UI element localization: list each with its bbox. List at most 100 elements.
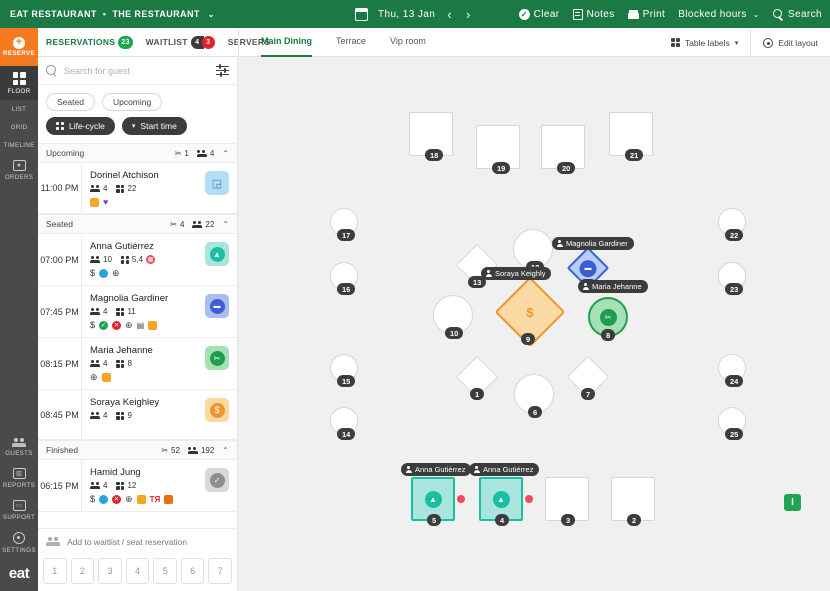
reservation-row[interactable]: 11:00 PM Dorinel Atchison 4 22 ♥ ◲: [38, 163, 237, 214]
party-size-6[interactable]: 6: [180, 558, 205, 584]
venue-name: THE RESTAURANT: [112, 9, 200, 19]
table-15[interactable]: 15: [330, 354, 358, 387]
table-17[interactable]: 17: [330, 208, 358, 241]
eat-floating-badge[interactable]: I: [784, 494, 801, 511]
party-size-7[interactable]: 7: [208, 558, 233, 584]
tab-waitlist[interactable]: WAITLIST 4 3: [146, 35, 215, 49]
reservation-row[interactable]: 07:45 PM Magnolia Gardiner 4 11 $ ✓ ✕ ⊕ …: [38, 286, 237, 338]
tab-terrace[interactable]: Terrace: [336, 28, 366, 57]
tab-main-dining[interactable]: Main Dining: [261, 28, 312, 57]
chevron-down-icon: ▾: [131, 123, 136, 130]
chevron-up-icon[interactable]: ⌃: [222, 149, 229, 158]
reservation-row[interactable]: 06:15 PM Hamid Jung 4 12 $ ✕ ⊕ TЯ ✓: [38, 460, 237, 512]
people-icon: [90, 185, 100, 192]
reservation-row[interactable]: 08:45 PM Soraya Keighley 4 9 $: [38, 390, 237, 440]
chip-life-cycle[interactable]: Life-cycle: [46, 117, 115, 135]
rail-item-reserve[interactable]: + RESERVE: [0, 28, 38, 66]
search-input[interactable]: [64, 65, 209, 76]
person-icon: [556, 240, 563, 247]
floor-tools: Table labels ▾ Edit layout: [659, 28, 830, 57]
edit-layout-button[interactable]: Edit layout: [750, 28, 830, 57]
clear-button[interactable]: ✓ Clear: [518, 8, 560, 20]
chip-seated[interactable]: Seated: [46, 93, 95, 111]
print-button[interactable]: Print: [627, 9, 666, 20]
prev-day-button[interactable]: ‹: [445, 7, 454, 22]
table-25[interactable]: 25: [718, 407, 746, 440]
calendar-icon[interactable]: [355, 7, 368, 21]
table-11[interactable]: Magnolia Gardiner ▬ 11: [552, 237, 634, 291]
rail-item-reports[interactable]: ▥ REPORTS: [0, 462, 38, 494]
rail-item-timeline[interactable]: TIMELINE: [0, 136, 38, 154]
party-size-4[interactable]: 4: [125, 558, 150, 584]
tables-count: 4: [179, 219, 185, 229]
table-labels-dropdown[interactable]: Table labels ▾: [659, 28, 750, 57]
table-1[interactable]: 1: [455, 355, 499, 400]
rail-item-settings[interactable]: SETTINGS: [0, 526, 38, 559]
party-size-3[interactable]: 3: [98, 558, 122, 584]
table-number-label: 23: [725, 283, 744, 295]
table-3[interactable]: 3: [545, 477, 589, 526]
rail-item-orders[interactable]: ★ ORDERS: [0, 154, 38, 186]
reservation-details: Dorinel Atchison 4 22 ♥: [82, 163, 197, 213]
reservation-row[interactable]: 07:00 PM Anna Gutiérrez 10 5,4 ▦ $ ⊕ ▲: [38, 234, 237, 286]
add-to-waitlist-button[interactable]: Add to waitlist / seat reservation: [38, 528, 237, 554]
rail-item-support[interactable]: ▭ SUPPORT: [0, 494, 38, 526]
rail-item-guests[interactable]: GUESTS: [0, 432, 38, 462]
chip-upcoming[interactable]: Upcoming: [101, 93, 163, 111]
filter-sliders-icon[interactable]: [216, 64, 229, 77]
table-8[interactable]: Maria Jehanne ✂ 8: [578, 280, 648, 341]
table-guest-label: Anna Gutiérrez: [469, 463, 540, 476]
grid-icon: [120, 255, 129, 264]
reservation-tags: ♥: [90, 197, 191, 207]
rail-item-grid[interactable]: GRID: [0, 118, 38, 136]
search-button[interactable]: Search: [772, 8, 822, 20]
table-10[interactable]: 10: [433, 295, 473, 339]
tab-vip-room[interactable]: Vip room: [390, 28, 426, 57]
guest-name: Magnolia Gardiner: [566, 239, 628, 248]
next-day-button[interactable]: ›: [464, 7, 473, 22]
table-24[interactable]: 24: [718, 354, 746, 387]
table-19[interactable]: 19: [476, 125, 520, 174]
blocked-hours-dropdown[interactable]: Blocked hours ⌄: [678, 9, 760, 20]
table-21[interactable]: 21: [609, 112, 653, 161]
rail-item-list[interactable]: LIST: [0, 100, 38, 118]
gear-icon: [13, 532, 25, 544]
brand-venue-selector[interactable]: EAT RESTAURANT • THE RESTAURANT ⌄: [0, 9, 215, 19]
reservation-row[interactable]: 08:15 PM Maria Jehanne 4 8 ⊕ ✂: [38, 338, 237, 390]
rail-item-floor[interactable]: FLOOR: [0, 66, 38, 100]
table-6[interactable]: 6: [514, 374, 554, 418]
reservation-status[interactable]: ✓: [197, 460, 237, 511]
reservation-status[interactable]: ✂: [197, 338, 237, 389]
party-size-1[interactable]: 1: [43, 558, 67, 584]
table-14[interactable]: 14: [330, 407, 358, 440]
reservation-status[interactable]: ▬: [197, 286, 237, 337]
section-header-upcoming[interactable]: Upcoming ✂ 1 4 ⌃: [38, 143, 237, 163]
search-row: [38, 57, 237, 85]
reservation-status[interactable]: ▲: [197, 234, 237, 285]
table-7[interactable]: 7: [566, 355, 610, 400]
floor-plan-canvas[interactable]: 18 19 20 21 17 16 15 14 22 23 24 25 13 M…: [239, 57, 830, 591]
table-23[interactable]: 23: [718, 262, 746, 295]
chip-start-time[interactable]: ▾ Start time: [121, 117, 187, 135]
occupancy-icon: ▲: [424, 490, 442, 508]
section-header-seated[interactable]: Seated ✂ 4 22 ⌃: [38, 214, 237, 234]
table-12[interactable]: 12: [513, 229, 553, 273]
reservation-status[interactable]: ◲: [197, 163, 237, 213]
section-header-finished[interactable]: Finished ✂ 52 192 ⌃: [38, 440, 237, 460]
table-18[interactable]: 18: [409, 112, 453, 161]
party-size-5[interactable]: 5: [153, 558, 177, 584]
notes-button[interactable]: Notes: [572, 8, 615, 20]
tab-reservations[interactable]: RESERVATIONS 23: [46, 35, 133, 49]
table-2[interactable]: 2: [611, 477, 655, 526]
table-16[interactable]: 16: [330, 262, 358, 295]
table-5[interactable]: Anna Gutiérrez ▲ 5: [401, 463, 472, 526]
table-4[interactable]: Anna Gutiérrez ▲ 4: [469, 463, 540, 526]
party-size-2[interactable]: 2: [70, 558, 95, 584]
reservation-status[interactable]: $: [197, 390, 237, 439]
edit-layout-label: Edit layout: [778, 37, 818, 48]
table-20[interactable]: 20: [541, 125, 585, 174]
table-9[interactable]: Soraya Keighly $ 9: [481, 267, 566, 348]
chevron-up-icon[interactable]: ⌃: [222, 446, 229, 455]
table-22[interactable]: 22: [718, 208, 746, 241]
chevron-up-icon[interactable]: ⌃: [222, 220, 229, 229]
